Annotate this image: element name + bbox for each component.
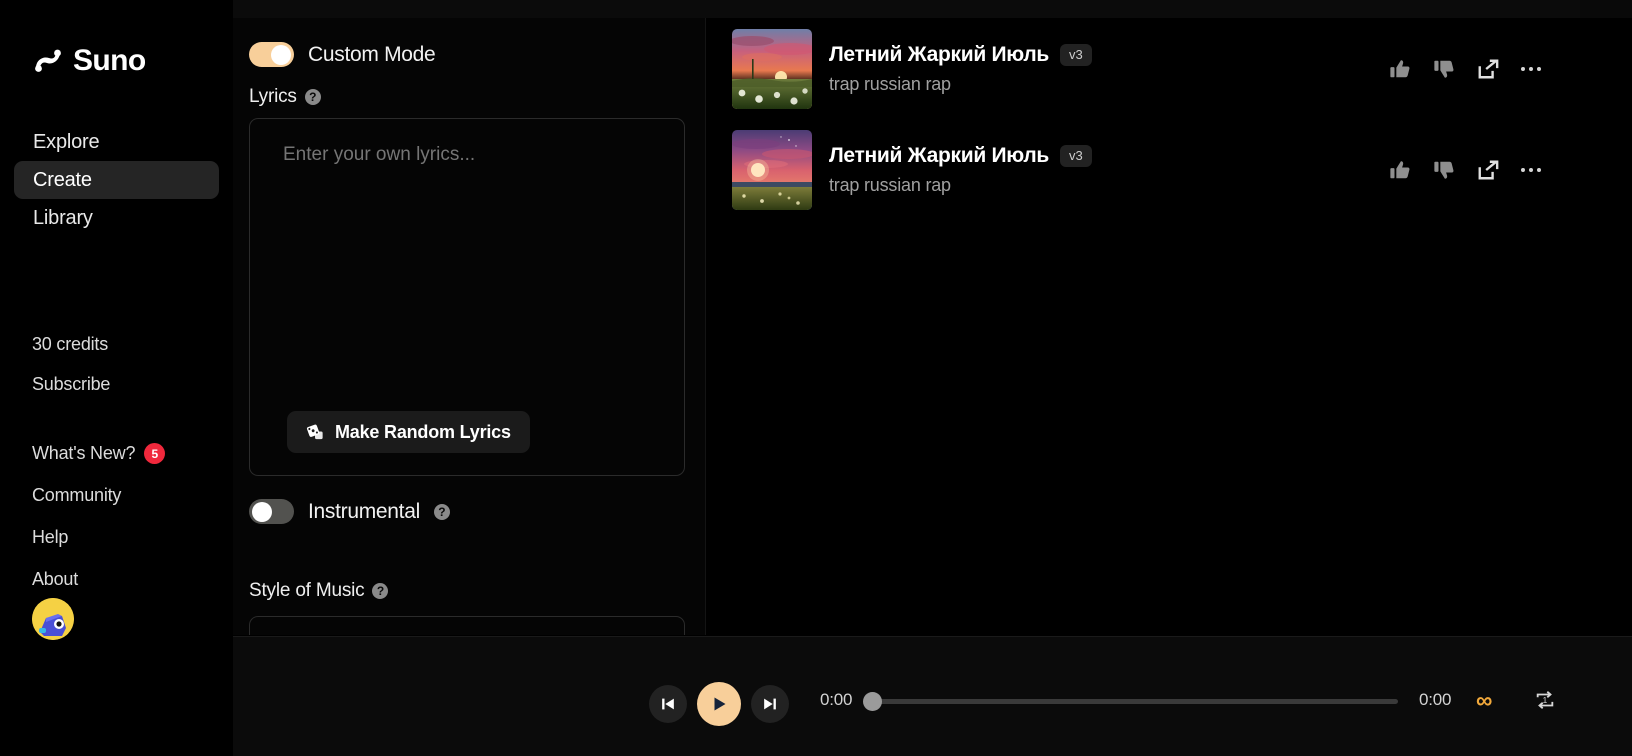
create-panel: Custom Mode Lyrics ? Make Random Lyrics: [225, 18, 706, 635]
song-info: Летний Жаркий Июль v3 trap russian rap: [829, 43, 1389, 95]
suno-app: Suno Explore Create Library 30 credits S…: [0, 0, 1632, 756]
more-options-icon[interactable]: [1520, 66, 1541, 72]
more-options-icon[interactable]: [1520, 167, 1541, 173]
play-button[interactable]: [697, 682, 741, 726]
toggle-knob: [252, 501, 272, 522]
instrumental-help-icon[interactable]: ?: [433, 503, 450, 520]
instrumental-label: Instrumental: [308, 499, 420, 523]
infinity-loop-icon[interactable]: ∞: [1476, 689, 1492, 712]
sidebar-item-explore[interactable]: Explore: [14, 123, 219, 161]
version-badge: v3: [1060, 44, 1092, 66]
song-title: Летний Жаркий Июль: [829, 43, 1050, 66]
play-icon: [714, 697, 726, 711]
song-artwork[interactable]: [732, 29, 812, 109]
style-help-icon[interactable]: ?: [372, 583, 389, 599]
player-bar: 0:00 0:00 ∞ 1: [0, 636, 1632, 756]
song-title: Летний Жаркий Июль: [829, 144, 1050, 167]
sidebar-item-whats-new[interactable]: What's New? 5: [32, 443, 166, 464]
sidebar-nav: Explore Create Library: [14, 123, 219, 237]
repeat-one-icon[interactable]: 1: [1534, 689, 1556, 716]
community-label: Community: [32, 485, 122, 505]
sidebar-item-create[interactable]: Create: [14, 161, 219, 199]
lyrics-label: Lyrics: [249, 86, 297, 107]
share-icon[interactable]: [1477, 159, 1499, 181]
thumbs-down-icon[interactable]: [1433, 58, 1455, 80]
next-track-button[interactable]: [751, 685, 789, 723]
custom-mode-label: Custom Mode: [308, 42, 436, 66]
song-title-line: Летний Жаркий Июль v3: [829, 43, 1389, 67]
sidebar-item-community[interactable]: Community: [32, 485, 165, 506]
repeat-icon-glyph: 1: [1536, 691, 1554, 709]
custom-mode-toggle[interactable]: [249, 42, 294, 67]
sidebar-item-about[interactable]: About: [32, 569, 165, 590]
instrumental-row: Instrumental ?: [249, 499, 450, 524]
song-artwork[interactable]: [732, 130, 812, 210]
about-label: About: [32, 569, 79, 589]
avatar[interactable]: [32, 598, 74, 640]
lyrics-box: Make Random Lyrics: [249, 118, 685, 476]
credits-count[interactable]: 30 credits: [32, 334, 110, 355]
lyrics-label-row: Lyrics ?: [249, 86, 321, 108]
artwork-sunset-dandelion-field: [732, 29, 812, 109]
whats-new-label: What's New?: [32, 443, 136, 463]
sidebar-item-library[interactable]: Library: [14, 199, 219, 237]
custom-mode-row: Custom Mode: [249, 42, 436, 67]
skip-forward-icon: [764, 698, 776, 710]
window-top-strip-right: [1580, 0, 1632, 18]
thumbs-up-icon[interactable]: [1389, 159, 1411, 181]
version-badge: v3: [1060, 145, 1092, 167]
transport-controls: [649, 682, 789, 726]
whats-new-badge: 5: [144, 443, 166, 464]
sidebar-links: What's New? 5 Community Help About: [32, 443, 166, 611]
results-panel: Летний Жаркий Июль v3 trap russian rap Л…: [707, 18, 1632, 635]
progress-bar[interactable]: [863, 692, 1398, 711]
avatar-image: [32, 598, 74, 640]
lyrics-help-icon[interactable]: ?: [304, 89, 321, 105]
brand-name: Suno: [73, 44, 146, 77]
dice-icon: [306, 424, 323, 439]
artwork-purple-sunset-meadow: [732, 130, 812, 210]
previous-track-button[interactable]: [649, 685, 687, 723]
make-random-lyrics-button[interactable]: Make Random Lyrics: [287, 411, 530, 453]
share-icon[interactable]: [1477, 58, 1499, 80]
svg-text:1: 1: [1543, 696, 1548, 705]
song-row[interactable]: Летний Жаркий Июль v3 trap russian rap: [732, 27, 1607, 111]
current-time: 0:00: [820, 690, 853, 709]
song-actions: [1389, 58, 1541, 80]
help-label: Help: [32, 527, 69, 547]
skip-back-icon: [662, 698, 674, 710]
sidebar-account-meta: 30 credits Subscribe: [32, 334, 110, 414]
thumbs-up-icon[interactable]: [1389, 58, 1411, 80]
total-time: 0:00: [1419, 690, 1452, 709]
brand-logo[interactable]: Suno: [32, 44, 146, 78]
sidebar: Suno Explore Create Library 30 credits S…: [0, 0, 233, 756]
instrumental-toggle[interactable]: [249, 499, 294, 524]
window-top-strip: [0, 0, 1632, 18]
sidebar-item-help[interactable]: Help: [32, 527, 165, 548]
make-random-lyrics-label: Make Random Lyrics: [335, 421, 511, 442]
song-row[interactable]: Летний Жаркий Июль v3 trap russian rap: [732, 128, 1607, 212]
subscribe-link[interactable]: Subscribe: [32, 374, 110, 395]
style-of-music-label: Style of Music: [249, 580, 365, 601]
song-info: Летний Жаркий Июль v3 trap russian rap: [829, 144, 1389, 196]
toggle-knob: [271, 44, 291, 65]
song-actions: [1389, 159, 1541, 181]
thumbs-down-icon[interactable]: [1433, 159, 1455, 181]
style-label-row: Style of Music ?: [249, 580, 389, 602]
suno-logo-icon: [35, 49, 61, 72]
style-of-music-input[interactable]: [249, 616, 685, 635]
progress-handle[interactable]: [863, 692, 882, 711]
song-style: trap russian rap: [829, 175, 951, 195]
song-style: trap russian rap: [829, 74, 951, 94]
song-title-line: Летний Жаркий Июль v3: [829, 144, 1389, 168]
